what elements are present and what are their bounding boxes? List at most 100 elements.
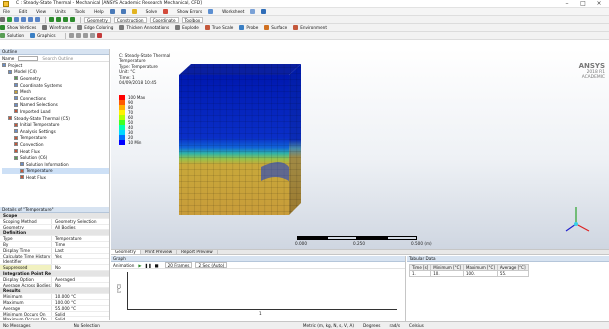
worksheet-button[interactable]: Worksheet [219,9,244,14]
details-value[interactable]: Solid [52,312,65,317]
show-errors-button[interactable]: Show Errors [174,9,202,14]
pan-icon[interactable] [14,17,19,22]
zoom-icon[interactable] [21,17,26,22]
tab-geometry[interactable]: Geometry [111,250,141,254]
solve-button[interactable]: Solve [143,9,157,14]
details-value[interactable]: 10.000 °C [52,294,76,299]
details-value[interactable] [52,288,55,293]
play-icon[interactable]: ▶ [138,263,141,268]
details-value[interactable]: Yes [52,254,62,259]
details-value[interactable]: Time [52,242,65,247]
time-dropdown[interactable]: 2 Sec (Auto) [195,262,228,268]
frames-dropdown[interactable]: 20 Frames [164,262,193,268]
status-units[interactable]: Metric (m, kg, N, s, V, A) [300,323,354,328]
tree-node[interactable]: Heat Flux [2,174,109,181]
tree-node[interactable]: Named Selections [2,102,109,109]
fit-icon[interactable] [35,17,40,22]
tree-node[interactable]: Mesh [2,88,109,95]
details-value[interactable] [52,230,55,235]
construction-button[interactable]: Construction [113,16,147,23]
tree-node[interactable]: Analysis Settings [2,128,109,135]
box-zoom-icon[interactable] [28,17,33,22]
graphics-tab[interactable]: Graphics [37,33,56,38]
menu-units[interactable]: Units [52,9,66,14]
solve-icon[interactable] [131,9,137,14]
coordinate-button[interactable]: Coordinate [149,16,179,23]
menu-help[interactable]: Help [91,9,104,14]
tree-node[interactable]: Connections [2,95,109,102]
face-select-icon[interactable] [49,17,54,22]
menu-tools[interactable]: Tools [72,9,85,14]
edge-coloring-button[interactable]: Edge Coloring [84,25,113,30]
rotate-icon[interactable] [7,17,12,22]
status-messages[interactable]: No Messages [0,323,31,328]
tab-report-preview[interactable]: Report Preview [177,250,218,254]
undo-icon[interactable] [109,9,115,14]
details-value[interactable]: Geometry Selection [52,219,97,224]
details-value[interactable] [52,259,55,264]
line-icon[interactable] [68,33,74,38]
geometry-button[interactable]: Geometry [84,16,111,23]
triad-origin[interactable] [574,222,578,226]
tree-node[interactable]: Project [2,62,109,69]
tab-print-preview[interactable]: Print Preview [141,250,178,254]
details-value[interactable]: 55.000 °C [52,306,76,311]
tree-node[interactable]: Temperature [2,135,109,142]
tree-node[interactable]: Heat Flux [2,148,109,155]
details-value[interactable] [52,213,55,218]
tree-node[interactable]: Solution (C6) [2,154,109,161]
wireframe-toggle[interactable]: Wireframe [49,25,71,30]
line-icon[interactable] [75,33,81,38]
minimize-button[interactable]: – [559,0,575,8]
menu-file[interactable]: File [0,9,10,14]
details-value[interactable]: 100.00 °C [52,300,76,305]
close-button[interactable]: × [591,0,607,8]
details-value[interactable]: All Bodies [52,225,76,230]
thicken-annotations-button[interactable]: Thicken Annotations [126,25,169,30]
line-icon[interactable] [89,33,95,38]
tree-node[interactable]: Imported Load [2,108,109,115]
probe-button[interactable]: Probe [246,25,258,30]
details-row[interactable]: Maximum Occurs On Solid [0,317,109,320]
filter-dropdown[interactable] [18,55,39,61]
vertex-select-icon[interactable] [63,17,68,22]
table-row[interactable]: 1. 10. 100. 55. [408,270,529,277]
graph-plot-area[interactable] [127,272,397,310]
maximize-button[interactable]: □ [575,0,591,8]
model-3d[interactable] [111,49,609,249]
edge-select-icon[interactable] [56,17,61,22]
show-vertices-toggle[interactable]: Show Vertices [7,25,36,30]
tree-node[interactable]: Solution Information [2,161,109,168]
pause-icon[interactable]: ❚❚ [145,263,152,268]
tree-node[interactable]: Model (C4) [2,69,109,76]
details-value[interactable]: No [52,283,61,288]
tree-node[interactable]: Steady-State Thermal (C5) [2,115,109,122]
tree-node[interactable]: Geometry [2,75,109,82]
stop-icon[interactable]: ■ [155,263,159,268]
redo-icon[interactable] [120,9,126,14]
true-scale-dropdown[interactable]: True Scale [212,25,234,30]
tree-node[interactable]: Convection [2,141,109,148]
surface-button[interactable]: Surface [271,25,287,30]
details-value[interactable]: Last [52,248,64,253]
flag-icon[interactable] [96,33,102,38]
menu-edit[interactable]: Edit [16,9,27,14]
help-icon[interactable] [261,9,267,14]
tree-node[interactable]: Initial Temperature [2,121,109,128]
tree-node[interactable]: Temperature [2,167,109,175]
explode-slider[interactable]: Explode [182,25,199,30]
select-icon[interactable] [0,17,5,22]
image-icon[interactable] [250,9,256,14]
details-value[interactable] [52,271,55,276]
details-value[interactable]: Temperature [52,236,82,241]
tree-node[interactable]: Coordinate Systems [2,82,109,89]
line-icon[interactable] [82,33,88,38]
details-value[interactable]: Averaged [52,277,75,282]
body-select-icon[interactable] [70,17,75,22]
solution-tab[interactable]: Solution [7,33,24,38]
environment-button[interactable]: Environment [300,25,327,30]
toolbox-button[interactable]: Toolbox [181,16,204,23]
details-value[interactable]: Solid [52,317,65,320]
graphics-viewport[interactable]: C: Steady-State Thermal Temperature Type… [111,49,609,249]
menu-view[interactable]: View [33,9,46,14]
